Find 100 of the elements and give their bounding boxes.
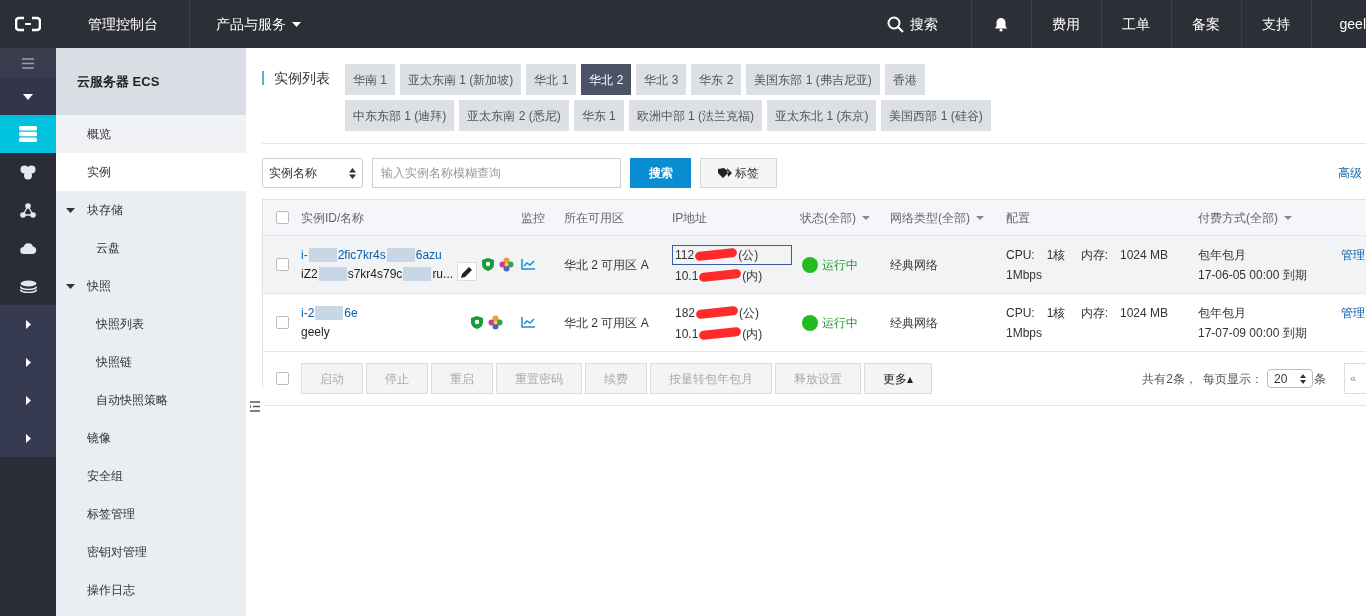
region-tab[interactable]: 亚太东南 1 (新加坡) [400, 64, 522, 95]
config-text: CPU: 1核 内存: 1024 MB [1006, 304, 1170, 322]
instance-id[interactable]: 6e [344, 304, 358, 322]
per-page-select[interactable]: 20 [1267, 369, 1313, 388]
action-button[interactable]: 更多▴ [864, 363, 932, 394]
region-tab[interactable]: 亚太东北 1 (东京) [767, 100, 877, 131]
filter-select[interactable]: 实例名称 [262, 158, 363, 188]
config-text: CPU: 1核 内存: 1024 MB [1006, 246, 1170, 264]
products-menu[interactable]: 产品与服务 [190, 0, 327, 48]
region-tab[interactable]: 美国东部 1 (弗吉尼亚) [746, 64, 880, 95]
tag-icon [718, 168, 732, 178]
blur-mark [386, 248, 415, 262]
bell-icon[interactable] [994, 16, 1009, 32]
layers-icon [19, 279, 37, 293]
sidebar-item[interactable]: 概览 [56, 115, 246, 153]
column-header[interactable]: 网络类型(全部) [890, 208, 984, 227]
nav-link[interactable]: 费用 [1031, 0, 1102, 48]
manage-link[interactable]: 管理 [1341, 306, 1365, 320]
region-tab[interactable]: 华东 1 [573, 100, 624, 131]
redaction-mark [699, 268, 742, 283]
zone-cell-text: 华北 2 可用区 A [564, 314, 650, 332]
line-chart-icon[interactable] [521, 317, 535, 328]
sort-arrows-icon [1300, 373, 1306, 384]
flower-icon[interactable] [488, 315, 503, 330]
sidebar-item[interactable]: 快照列表 [56, 305, 246, 343]
manage-link[interactable]: 管理 [1341, 248, 1365, 262]
sidebar-item[interactable]: 安全组 [56, 457, 246, 495]
per-page-unit: 条 [1314, 370, 1326, 388]
edit-button[interactable] [457, 262, 477, 281]
sidebar-group[interactable]: 块存储 [56, 191, 246, 229]
billing-text: 包年包月 [1198, 246, 1247, 264]
nav-link[interactable]: 备案 [1171, 0, 1242, 48]
region-tab[interactable]: 华东 2 [691, 64, 742, 95]
sidebar-item[interactable]: 标签管理 [56, 495, 246, 533]
nav-link[interactable]: 工单 [1101, 0, 1172, 48]
shield-icon[interactable] [482, 258, 494, 271]
sidebar-group-label: 块存储 [87, 202, 123, 219]
search-button[interactable]: 搜索 [853, 0, 972, 48]
region-tab[interactable]: 华北 3 [636, 64, 687, 95]
search-field[interactable]: 输入实例名称模糊查询 [372, 158, 621, 188]
column-header: 监控 [521, 209, 545, 227]
region-tab[interactable]: 香港 [884, 64, 925, 95]
nav-link[interactable]: 支持 [1241, 0, 1312, 48]
column-header: 实例ID/名称 [301, 209, 365, 227]
sidebar-item[interactable]: 密钥对管理 [56, 533, 246, 571]
region-tab[interactable]: 华南 1 [345, 64, 395, 95]
sidebar-item[interactable]: 云盘 [56, 229, 246, 267]
search-button[interactable]: 搜索 [630, 158, 691, 188]
advanced-search-link[interactable]: 高级 [1338, 164, 1362, 182]
instance-id[interactable]: i- [301, 246, 308, 264]
user-menu[interactable]: geel [1311, 0, 1366, 48]
column-header[interactable]: 状态(全部) [800, 208, 870, 227]
instance-id[interactable]: 2fic7kr4s [337, 246, 386, 264]
blur-mark [318, 267, 347, 281]
blur-mark [315, 306, 344, 320]
sidebar-item[interactable]: 镜像 [56, 419, 246, 457]
ip-text: 112 [675, 246, 695, 264]
region-tab[interactable]: 美国西部 1 (硅谷) [881, 100, 991, 131]
blur-mark [403, 267, 432, 281]
instance-id[interactable]: 6azu [415, 246, 442, 264]
status-text: 运行中 [822, 314, 858, 332]
caret-right-icon [25, 319, 31, 329]
caret-down-icon [292, 21, 301, 27]
checkbox[interactable] [275, 316, 289, 329]
sidebar-item[interactable]: 操作日志 [56, 571, 246, 609]
instance-id[interactable]: i-2 [301, 304, 315, 322]
checkbox[interactable] [275, 211, 289, 224]
ip-text: 10.1 [675, 325, 699, 343]
caret-right-icon [25, 433, 31, 443]
total-count: 共有2条， [1142, 370, 1197, 388]
list-icon [250, 400, 260, 412]
logo-icon[interactable] [15, 16, 41, 32]
region-tab[interactable]: 欧洲中部 1 (法兰克福) [628, 100, 763, 131]
region-tab[interactable]: 华北 2 [581, 64, 632, 95]
line-chart-icon[interactable] [521, 259, 535, 270]
shield-icon[interactable] [471, 316, 483, 329]
flower-icon[interactable] [499, 257, 514, 272]
region-tab[interactable]: 亚太东南 2 (悉尼) [459, 100, 569, 131]
column-header[interactable]: 付费方式(全部) [1198, 208, 1292, 227]
instance-name: geely [301, 324, 330, 341]
sidebar-item[interactable]: 快照链 [56, 343, 246, 381]
pencil-icon [461, 265, 473, 278]
ip-text: (公) [739, 304, 760, 322]
caret-down-icon [862, 215, 870, 220]
ip-text: (公) [738, 246, 759, 264]
checkbox[interactable] [275, 372, 289, 385]
tag-button[interactable]: 标签 [700, 158, 777, 188]
sort-arrows-icon [349, 167, 356, 179]
sidebar-item[interactable]: 实例 [56, 153, 246, 191]
status-text: 运行中 [822, 256, 858, 274]
per-page-label: 每页显示： [1203, 370, 1263, 388]
region-tab[interactable]: 华北 1 [526, 64, 577, 95]
sidebar-group[interactable]: 快照 [56, 267, 246, 305]
sidebar-item[interactable]: 自动快照策略 [56, 381, 246, 419]
region-tab[interactable]: 中东东部 1 (迪拜) [345, 100, 455, 131]
table-row[interactable]: i- 2fic7kr4s 6azu iZ2 s7kr4s79c ru... 华北 2 可用区 A 112 (公) 10.1 (内) 运行中 经典网络 CPU: 1核 内存: 1024 MB 1Mbps 包年包月 17-06-05 00:00 到期 管理 [263, 235, 1366, 293]
cluster-icon [20, 164, 36, 180]
column-header: 配置 [1006, 209, 1030, 227]
pager-button[interactable]: « [1344, 363, 1366, 394]
checkbox[interactable] [275, 258, 289, 271]
